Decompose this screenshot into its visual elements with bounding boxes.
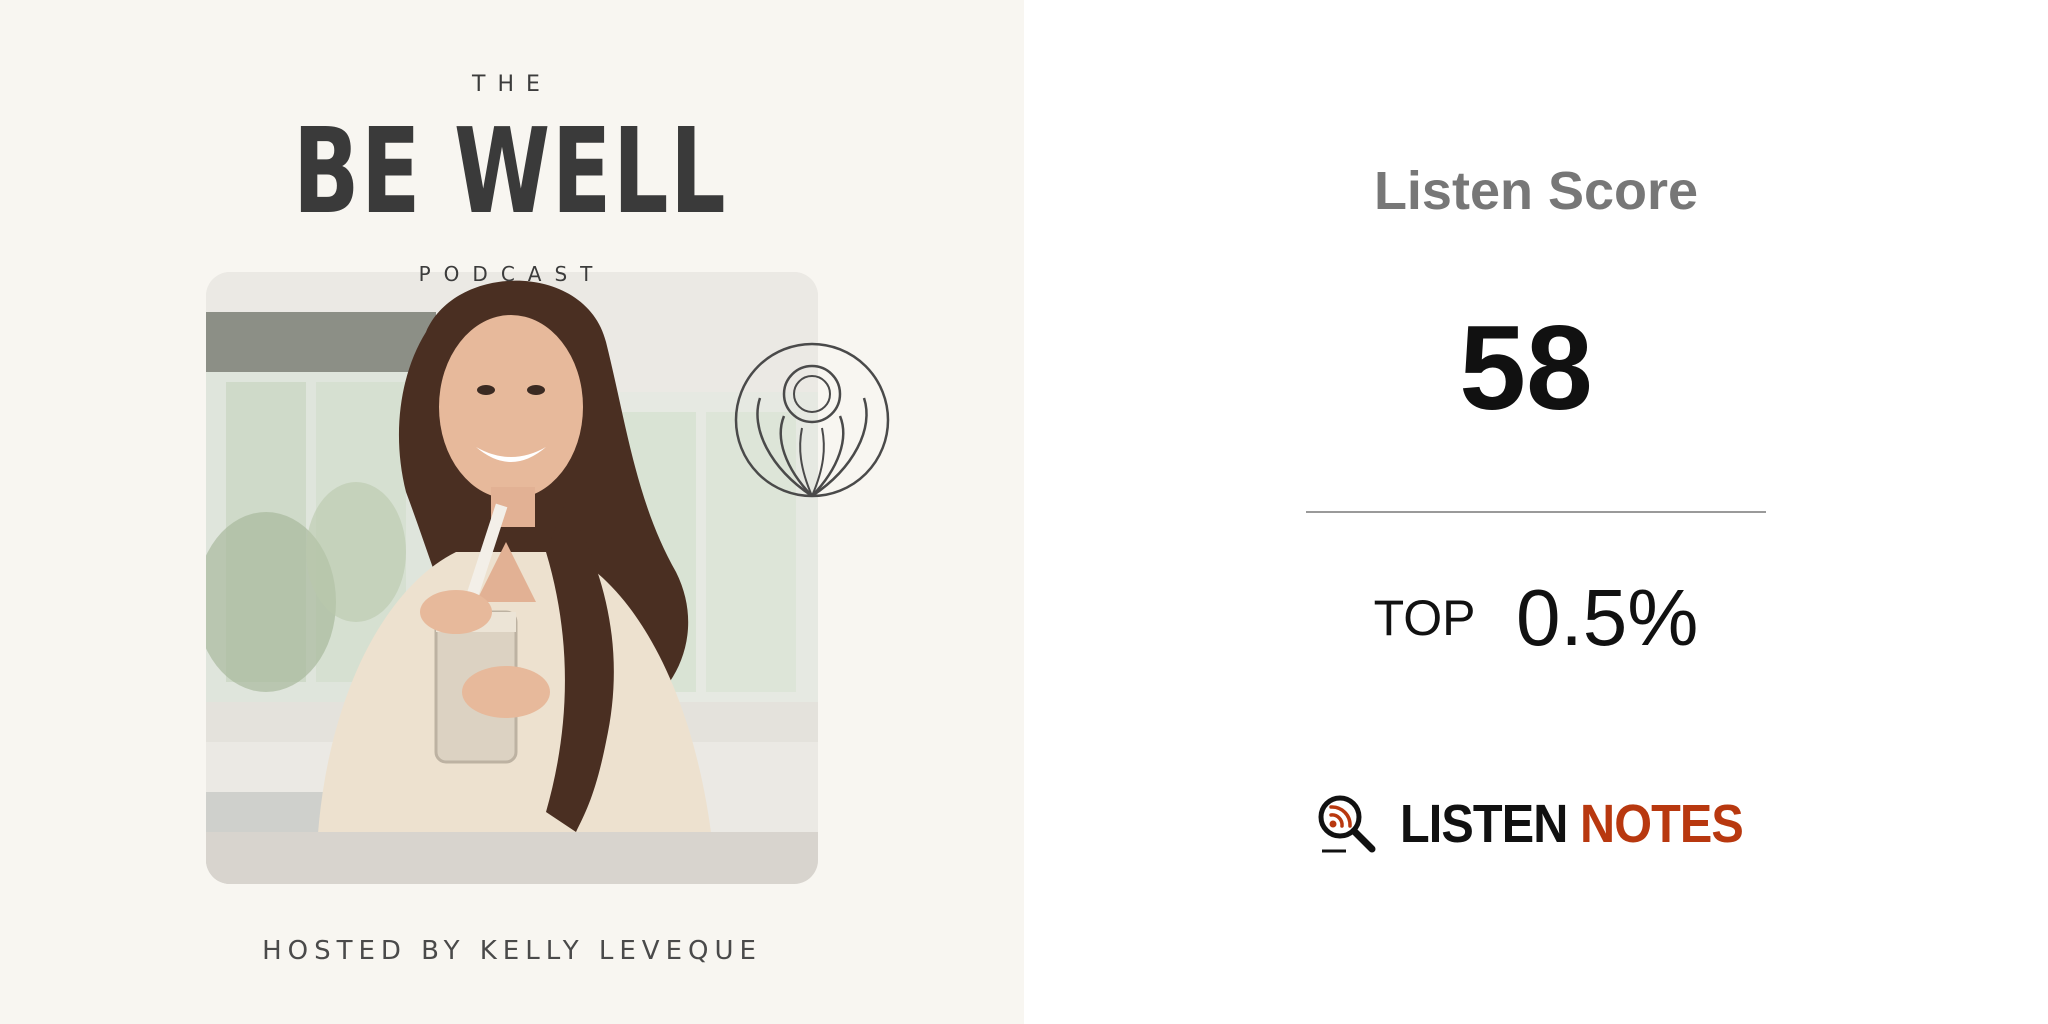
cover-title: BE WELL: [292, 102, 728, 240]
listen-score-title: Listen Score: [1373, 161, 1699, 221]
brand-listen: LISTEN: [1400, 794, 1568, 854]
listen-notes-logo[interactable]: LISTEN NOTES: [1316, 784, 1781, 864]
brand-text: LISTEN NOTES: [1400, 793, 1744, 855]
top-value: 0.5%: [1516, 573, 1699, 662]
top-percentile: TOP 0.5%: [1236, 572, 1836, 664]
listen-score-value: 58: [1459, 301, 1593, 435]
cover-the-text: THE: [472, 72, 552, 97]
brand-notes: NOTES: [1580, 794, 1744, 854]
cover-hosted-by: HOSTED BY KELLY LEVEQUE: [262, 936, 762, 966]
top-label: TOP: [1373, 590, 1476, 646]
page: THE BE WELL PODCAST HOSTED BY KELLY LEVE…: [0, 0, 2048, 1024]
host-photo-illustration: [206, 272, 818, 884]
podcast-cover-art[interactable]: THE BE WELL PODCAST HOSTED BY KELLY LEVE…: [0, 0, 1024, 1024]
cover-podcast-text: PODCAST: [418, 262, 606, 286]
score-divider: [1306, 511, 1766, 513]
host-photo: [206, 272, 818, 884]
emblem-icon: [734, 342, 890, 498]
magnifier-podcast-icon: [1318, 795, 1376, 853]
